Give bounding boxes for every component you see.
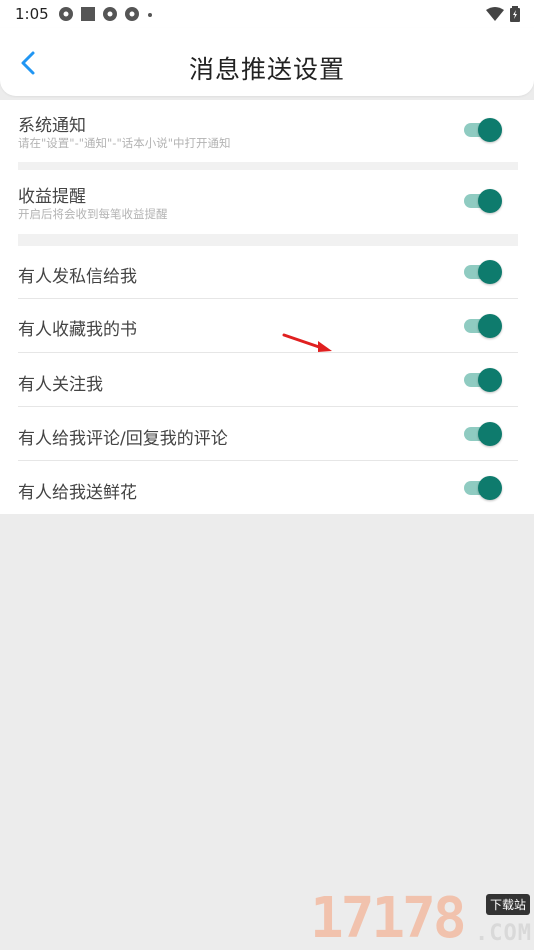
setting-title: 有人关注我 bbox=[18, 375, 103, 395]
toggle-switch-earnings-reminder[interactable] bbox=[464, 188, 502, 214]
setting-row-earnings-reminder: 收益提醒 开启后将会收到每笔收益提醒 bbox=[18, 170, 518, 234]
setting-title: 收益提醒 bbox=[18, 187, 86, 207]
page-title: 消息推送设置 bbox=[188, 55, 345, 84]
toggle-switch-comment-reply[interactable] bbox=[464, 421, 502, 447]
status-time: 1:05 bbox=[15, 5, 49, 23]
notification-icons bbox=[58, 6, 154, 22]
dot-icon bbox=[148, 13, 152, 17]
battery-icon bbox=[510, 6, 520, 22]
watermark-number: 17178 bbox=[310, 886, 467, 950]
setting-row-flowers: 有人给我送鲜花 bbox=[18, 461, 518, 514]
setting-subtitle: 请在"设置"-"通知"-"话本小说"中打开通知 bbox=[18, 136, 231, 150]
setting-row-book-favorited: 有人收藏我的书 bbox=[18, 299, 518, 353]
toggle-switch-private-message[interactable] bbox=[464, 259, 502, 285]
setting-row-system-notification: 系统通知 请在"设置"-"通知"-"话本小说"中打开通知 bbox=[18, 100, 518, 162]
watermark-suffix: .COM bbox=[475, 921, 532, 946]
wifi-icon bbox=[486, 7, 504, 21]
setting-row-followed: 有人关注我 bbox=[18, 353, 518, 407]
section-divider bbox=[18, 234, 518, 246]
toggle-switch-flowers[interactable] bbox=[464, 475, 502, 501]
annotation-arrow-icon bbox=[282, 333, 332, 352]
status-bar: 1:05 bbox=[0, 0, 534, 28]
setting-title: 有人发私信给我 bbox=[18, 267, 137, 287]
toggle-switch-system-notification[interactable] bbox=[464, 117, 502, 143]
setting-row-comment-reply: 有人给我评论/回复我的评论 bbox=[18, 407, 518, 461]
square-app-icon bbox=[81, 7, 95, 21]
setting-title: 有人给我评论/回复我的评论 bbox=[18, 429, 228, 449]
toggle-switch-book-favorited[interactable] bbox=[464, 313, 502, 339]
gear-app-icon bbox=[103, 7, 117, 21]
watermark-tag: 下载站 bbox=[485, 894, 530, 915]
toggle-switch-followed[interactable] bbox=[464, 367, 502, 393]
gear-app-icon bbox=[125, 7, 139, 21]
setting-title: 有人收藏我的书 bbox=[18, 320, 137, 340]
setting-row-private-message: 有人发私信给我 bbox=[18, 246, 518, 299]
setting-title: 系统通知 bbox=[18, 116, 86, 136]
watermark: 17178 下载站 .COM bbox=[310, 888, 534, 950]
header: 消息推送设置 bbox=[0, 28, 534, 96]
settings-list: 系统通知 请在"设置"-"通知"-"话本小说"中打开通知 收益提醒 开启后将会收… bbox=[0, 100, 534, 514]
section-divider bbox=[18, 162, 518, 170]
setting-subtitle: 开启后将会收到每笔收益提醒 bbox=[18, 207, 168, 221]
status-right-icons bbox=[486, 6, 520, 22]
setting-title: 有人给我送鲜花 bbox=[18, 483, 137, 503]
gear-app-icon bbox=[59, 7, 73, 21]
